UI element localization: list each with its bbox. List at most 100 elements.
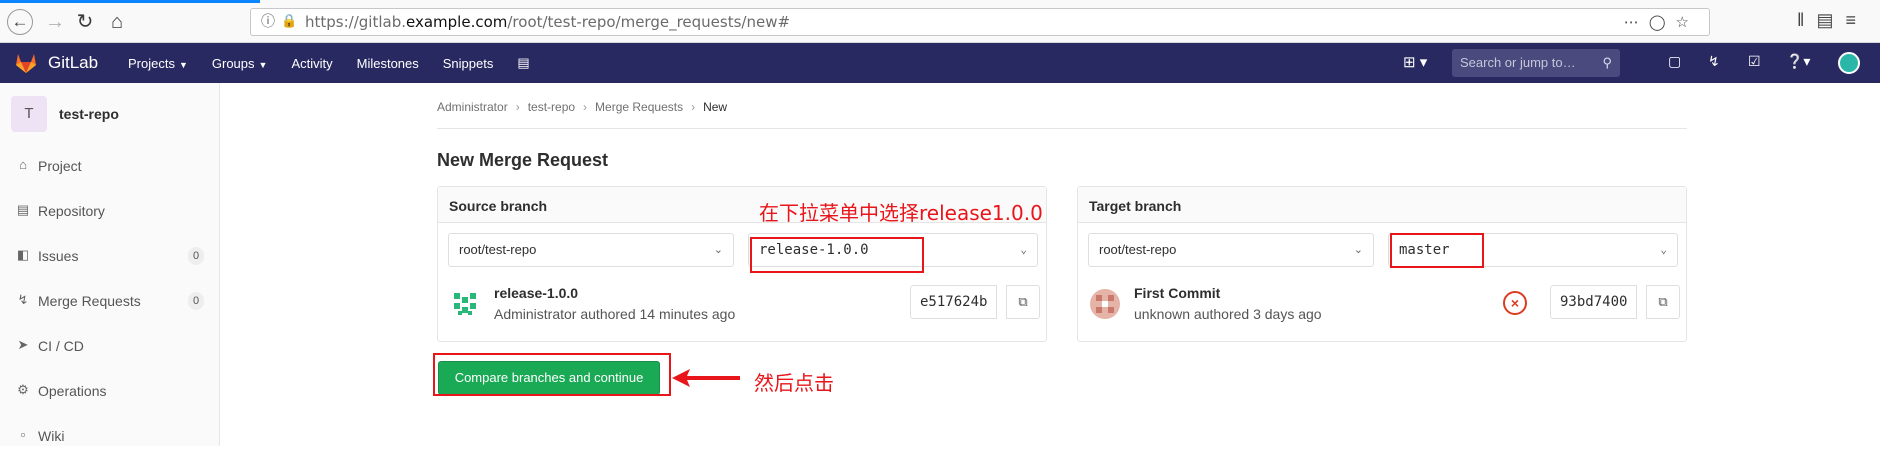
identicon-avatar	[1088, 287, 1122, 321]
forward-arrow-icon[interactable]: →	[42, 9, 68, 35]
commit-sha[interactable]: e517624b	[910, 285, 998, 319]
annotation-click-hint: 然后点击	[754, 371, 834, 395]
main-nav: Projects ▼ Groups ▼ Activity Milestones Sn…	[128, 43, 554, 83]
chevron-right-icon: ›	[583, 100, 588, 114]
todos-header-icon[interactable]: ☑	[1748, 53, 1761, 70]
search-icon: ⚲	[1602, 55, 1612, 70]
target-branch-panel: Target branch root/test-repo ⌄ master ⌄ …	[1077, 186, 1687, 342]
book-icon: ▤	[16, 202, 30, 217]
target-project-dropdown[interactable]: root/test-repo ⌄	[1088, 233, 1374, 267]
nav-milestones[interactable]: Milestones	[357, 56, 419, 71]
breadcrumb-administrator[interactable]: Administrator	[437, 100, 508, 114]
home-icon[interactable]: ⌂	[104, 9, 130, 35]
back-arrow-icon[interactable]: ←	[7, 9, 33, 35]
nav-snippets[interactable]: Snippets	[443, 56, 494, 71]
merge-request-icon: ↯	[17, 292, 29, 307]
library-icon[interactable]: ‖▤≡	[1797, 10, 1868, 31]
annotation-box-target-branch	[1390, 233, 1484, 268]
sidebar-item-label: Operations	[38, 383, 107, 399]
annotation-box-compare-button	[433, 353, 671, 396]
copy-sha-icon[interactable]: ⧉	[1646, 285, 1680, 319]
merge-requests-count-badge: 0	[188, 292, 204, 310]
breadcrumb: Administrator › test-repo › Merge Reques…	[437, 100, 727, 114]
address-bar[interactable]: ⓘ 🔒 https://gitlab.example.com/root/test…	[250, 8, 1710, 36]
sidebar-item-operations[interactable]: ⚙ Operations	[0, 371, 219, 411]
breadcrumb-merge-requests[interactable]: Merge Requests	[595, 100, 683, 114]
commit-sha[interactable]: 93bd7400	[1550, 285, 1638, 319]
home-icon: ⌂	[19, 157, 27, 172]
book-open-icon: ▫	[20, 427, 26, 442]
new-item-plus-icon[interactable]: ⊞ ▾	[1403, 53, 1427, 71]
commit-title[interactable]: First Commit	[1134, 285, 1220, 301]
merge-requests-header-icon[interactable]: ↯	[1708, 53, 1720, 70]
panel-header: Target branch	[1078, 187, 1686, 223]
copy-sha-icon[interactable]: ⧉	[1006, 285, 1040, 319]
gitlab-header: GitLab Projects ▼ Groups ▼ Activity Milest…	[0, 43, 1880, 83]
source-branch-title: Source branch	[449, 198, 548, 214]
nav-activity[interactable]: Activity	[291, 56, 332, 71]
issues-icon: ◧	[16, 247, 30, 262]
project-name[interactable]: test-repo	[59, 106, 119, 122]
active-tab-indicator	[0, 0, 260, 3]
page-title: New Merge Request	[437, 150, 609, 170]
sidebar-item-issues[interactable]: ◧ Issues 0	[0, 236, 219, 276]
chevron-right-icon: ›	[691, 100, 696, 114]
sidebar-item-ci-cd[interactable]: ➤ CI / CD	[0, 326, 219, 366]
sidebar-item-wiki[interactable]: ▫ Wiki	[0, 416, 219, 456]
nav-projects[interactable]: Projects ▼	[128, 56, 188, 71]
source-project-dropdown[interactable]: root/test-repo ⌄	[448, 233, 734, 267]
url-domain: example.com	[406, 13, 508, 31]
url-path: /root/test-repo/merge_requests/new#	[507, 13, 791, 31]
sidebar-item-label: CI / CD	[38, 338, 84, 354]
project-sidebar: T test-repo ⌂ Project ▤ Repository ◧ Iss…	[0, 83, 220, 446]
lock-icon: 🔒	[281, 14, 298, 29]
rocket-icon: ➤	[17, 337, 29, 352]
issues-header-icon[interactable]: ▢	[1668, 53, 1681, 70]
page-actions-icon[interactable]: ⋯◯☆	[1624, 9, 1699, 35]
search-placeholder: Search or jump to…	[1460, 55, 1576, 70]
search-input[interactable]: Search or jump to… ⚲	[1452, 49, 1620, 77]
reload-icon[interactable]: ↻	[72, 9, 98, 35]
breadcrumb-new[interactable]: New	[703, 100, 727, 114]
target-project-value: root/test-repo	[1099, 242, 1177, 257]
pipeline-failed-icon[interactable]: ×	[1503, 291, 1527, 315]
sidebar-item-merge-requests[interactable]: ↯ Merge Requests 0	[0, 281, 219, 321]
chevron-down-icon: ⌄	[1020, 243, 1027, 256]
help-icon[interactable]: ❔▾	[1786, 53, 1810, 70]
sidebar-item-label: Issues	[38, 248, 79, 264]
sidebar-item-label: Wiki	[38, 428, 65, 444]
sidebar-item-label: Project	[38, 158, 82, 174]
browser-toolbar: ← → ↻ ⌂ ⓘ 🔒 https://gitlab.example.com/r…	[0, 0, 1880, 43]
sidebar-item-label: Merge Requests	[38, 293, 141, 309]
cloud-gear-icon: ⚙	[17, 382, 29, 397]
commit-author-time: Administrator authored 14 minutes ago	[494, 306, 736, 322]
project-avatar[interactable]: T	[11, 96, 47, 132]
nav-groups[interactable]: Groups ▼	[212, 56, 268, 71]
breadcrumb-test-repo[interactable]: test-repo	[528, 100, 575, 114]
user-avatar[interactable]	[1838, 52, 1860, 74]
source-commit: release-1.0.0 Administrator authored 14 …	[438, 277, 1046, 337]
sidebar-item-repository[interactable]: ▤ Repository	[0, 191, 219, 231]
sidebar-item-label: Repository	[38, 203, 105, 219]
chart-icon[interactable]: ▤	[517, 55, 529, 71]
annotation-arrow-icon	[672, 369, 740, 387]
chevron-down-icon: ⌄	[713, 244, 723, 256]
annotation-box-source-branch	[750, 237, 924, 273]
divider	[437, 128, 1687, 129]
brand-name[interactable]: GitLab	[48, 53, 98, 73]
chevron-down-icon: ⌄	[1660, 243, 1667, 256]
commit-title[interactable]: release-1.0.0	[494, 285, 578, 301]
chevron-right-icon: ›	[515, 100, 520, 114]
url-prefix: https://gitlab.	[305, 13, 406, 31]
commit-author-time: unknown authored 3 days ago	[1134, 306, 1322, 322]
info-icon[interactable]: ⓘ	[261, 9, 275, 35]
source-project-value: root/test-repo	[459, 242, 537, 257]
identicon-avatar	[448, 287, 482, 321]
annotation-select-hint: 在下拉菜单中选择release1.0.0	[759, 201, 1043, 225]
target-commit: First Commit unknown authored 3 days ago…	[1078, 277, 1686, 337]
issues-count-badge: 0	[188, 247, 204, 265]
gitlab-logo-icon[interactable]	[14, 51, 38, 75]
sidebar-item-project[interactable]: ⌂ Project	[0, 146, 219, 186]
target-branch-title: Target branch	[1089, 198, 1182, 214]
chevron-down-icon: ⌄	[1353, 244, 1363, 256]
